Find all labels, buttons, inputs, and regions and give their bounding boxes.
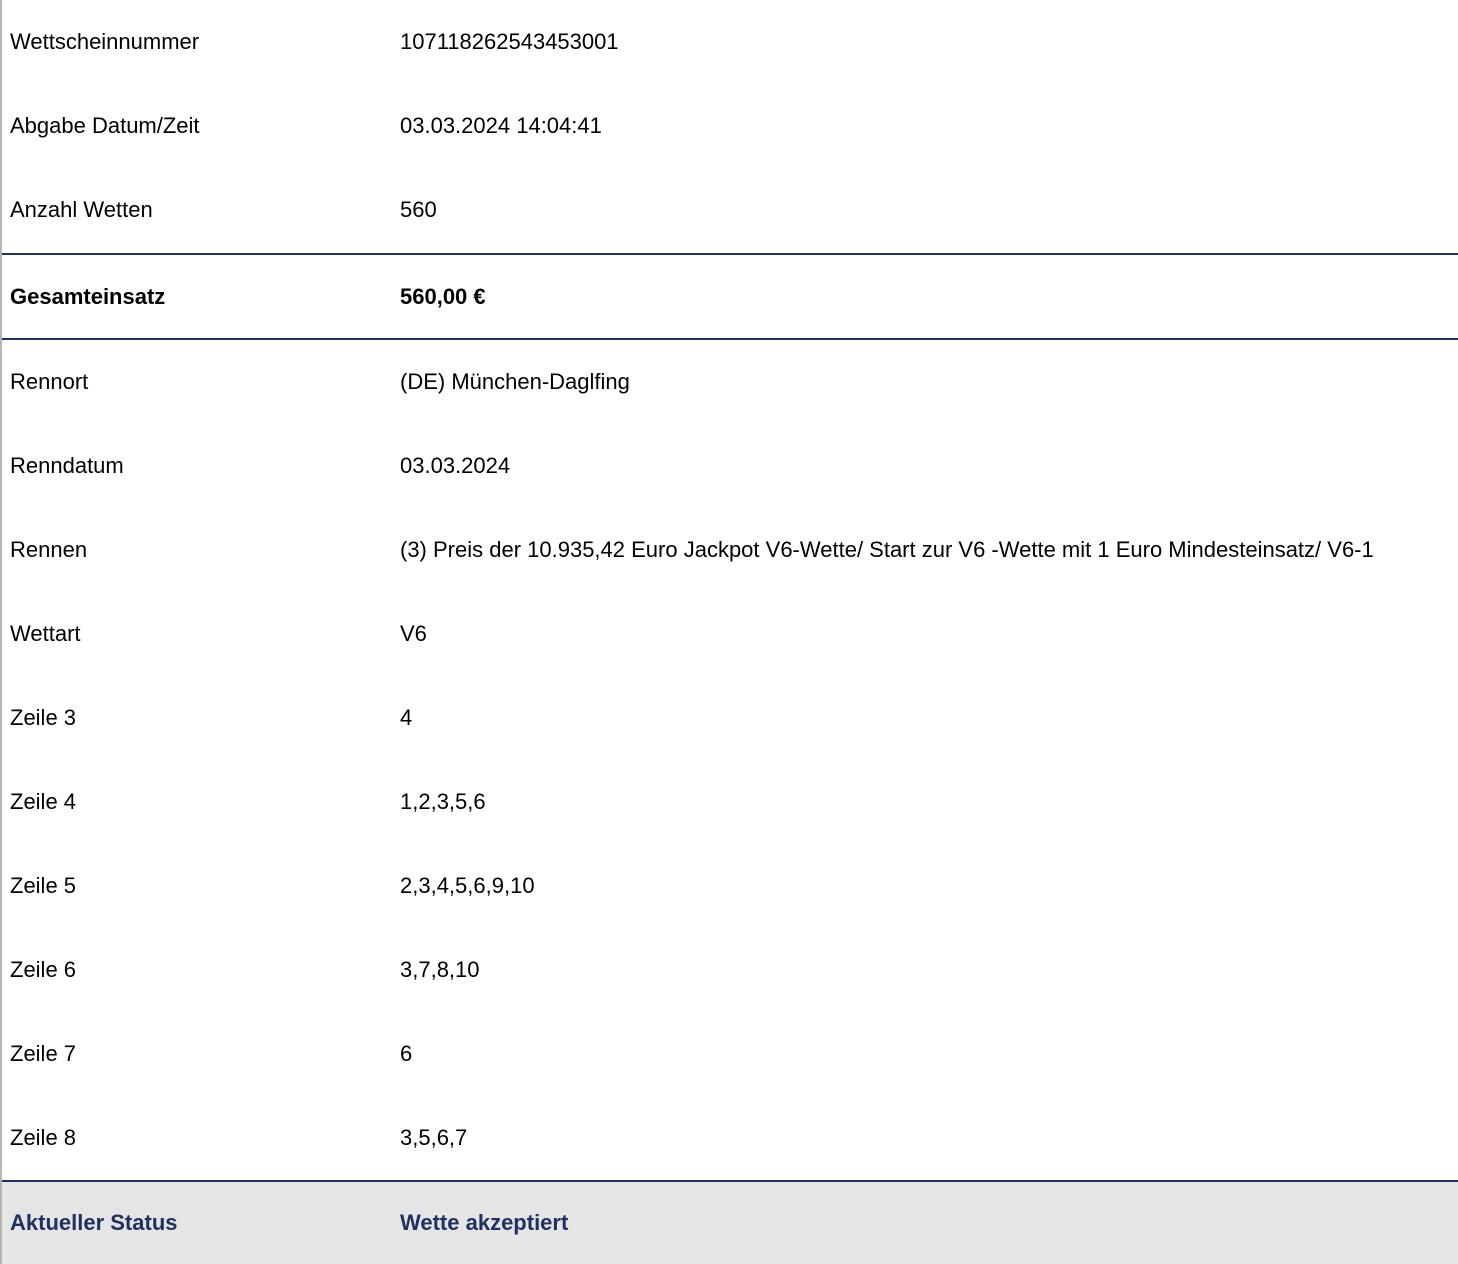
ticket-summary-section: Wettscheinnummer 107118262543453001 Abga… bbox=[2, 0, 1458, 253]
race-name-label: Rennen bbox=[10, 537, 88, 562]
race-location-label: Rennort bbox=[10, 369, 89, 394]
race-name-row: Rennen (3) Preis der 10.935,42 Euro Jack… bbox=[2, 508, 1458, 592]
line-8-value: 3,5,6,7 bbox=[400, 1125, 468, 1150]
current-status-value: Wette akzeptiert bbox=[400, 1210, 569, 1235]
line-4-value: 1,2,3,5,6 bbox=[400, 789, 486, 814]
line-5-label: Zeile 5 bbox=[10, 873, 77, 898]
total-stake-section: Gesamteinsatz 560,00 € bbox=[2, 253, 1458, 340]
ticket-number-label: Wettscheinnummer bbox=[10, 29, 200, 54]
line-8-row: Zeile 8 3,5,6,7 bbox=[2, 1096, 1458, 1180]
submission-datetime-value: 03.03.2024 14:04:41 bbox=[400, 113, 602, 138]
race-date-label: Renndatum bbox=[10, 453, 124, 478]
line-3-row: Zeile 3 4 bbox=[2, 676, 1458, 760]
race-date-row: Renndatum 03.03.2024 bbox=[2, 424, 1458, 508]
line-6-value: 3,7,8,10 bbox=[400, 957, 480, 982]
race-name-value: (3) Preis der 10.935,42 Euro Jackpot V6-… bbox=[400, 537, 1374, 562]
line-4-label: Zeile 4 bbox=[10, 789, 77, 814]
bet-count-row: Anzahl Wetten 560 bbox=[2, 168, 1458, 252]
submission-datetime-label: Abgabe Datum/Zeit bbox=[10, 113, 200, 138]
bet-ticket-details: Wettscheinnummer 107118262543453001 Abga… bbox=[0, 0, 1458, 1264]
race-location-row: Rennort (DE) München-Daglfing bbox=[2, 340, 1458, 424]
line-4-row: Zeile 4 1,2,3,5,6 bbox=[2, 760, 1458, 844]
bet-count-value: 560 bbox=[400, 197, 437, 222]
current-status-row: Aktueller Status Wette akzeptiert bbox=[2, 1182, 1458, 1264]
line-8-label: Zeile 8 bbox=[10, 1125, 77, 1150]
line-6-label: Zeile 6 bbox=[10, 957, 77, 982]
race-location-value: (DE) München-Daglfing bbox=[400, 369, 630, 394]
line-3-value: 4 bbox=[400, 705, 413, 730]
current-status-section: Aktueller Status Wette akzeptiert bbox=[2, 1180, 1458, 1264]
line-7-value: 6 bbox=[400, 1041, 413, 1066]
bet-type-label: Wettart bbox=[10, 621, 81, 646]
bet-type-value: V6 bbox=[400, 621, 427, 646]
ticket-number-row: Wettscheinnummer 107118262543453001 bbox=[2, 0, 1458, 84]
line-7-row: Zeile 7 6 bbox=[2, 1012, 1458, 1096]
line-5-value: 2,3,4,5,6,9,10 bbox=[400, 873, 535, 898]
total-stake-value: 560,00 € bbox=[400, 283, 486, 309]
bet-type-row: Wettart V6 bbox=[2, 592, 1458, 676]
current-status-label: Aktueller Status bbox=[10, 1210, 178, 1235]
line-7-label: Zeile 7 bbox=[10, 1041, 77, 1066]
bet-count-label: Anzahl Wetten bbox=[10, 197, 153, 222]
line-3-label: Zeile 3 bbox=[10, 705, 77, 730]
line-5-row: Zeile 5 2,3,4,5,6,9,10 bbox=[2, 844, 1458, 928]
line-6-row: Zeile 6 3,7,8,10 bbox=[2, 928, 1458, 1012]
ticket-number-value: 107118262543453001 bbox=[400, 29, 619, 54]
total-stake-row: Gesamteinsatz 560,00 € bbox=[2, 255, 1458, 338]
race-details-section: Rennort (DE) München-Daglfing Renndatum … bbox=[2, 340, 1458, 1180]
race-date-value: 03.03.2024 bbox=[400, 453, 511, 478]
submission-datetime-row: Abgabe Datum/Zeit 03.03.2024 14:04:41 bbox=[2, 84, 1458, 168]
total-stake-label: Gesamteinsatz bbox=[10, 283, 166, 309]
